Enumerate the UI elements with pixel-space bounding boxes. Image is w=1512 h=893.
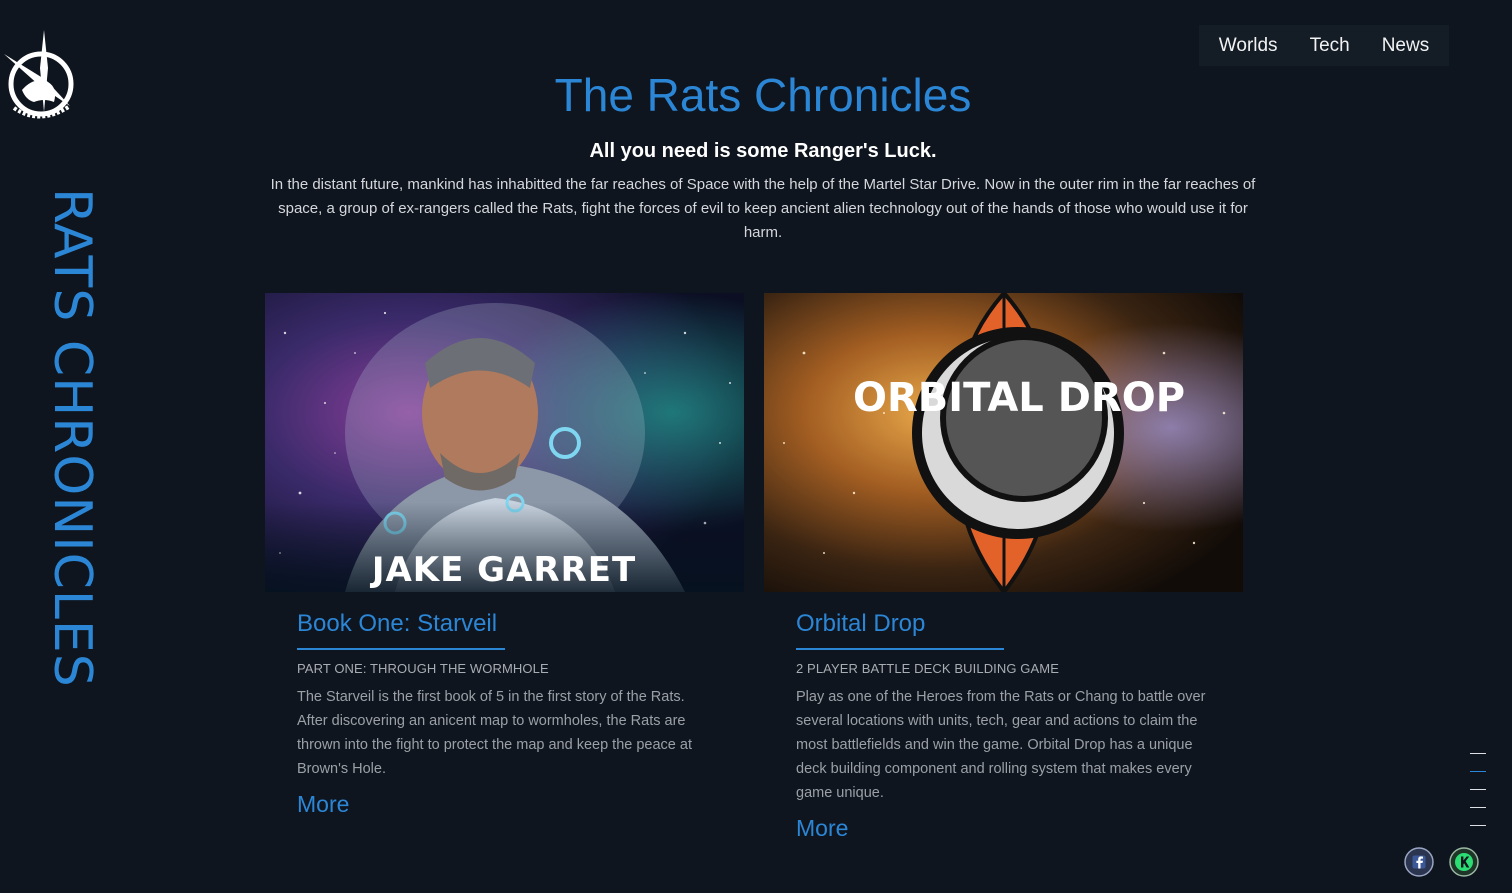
card-title[interactable]: Orbital Drop [796,610,1211,648]
top-navigation: Worlds Tech News [1199,25,1449,66]
tagline: All you need is some Ranger's Luck. [589,140,937,162]
starveil-cover-art: JAKE GARRET [265,293,744,592]
card-description: Play as one of the Heroes from the Rats … [796,689,1206,801]
card-subtitle: 2 PLAYER BATTLE DECK BUILDING GAME [796,661,1059,676]
card-description: The Starveil is the first book of 5 in t… [297,689,692,777]
facebook-icon[interactable] [1404,847,1434,877]
book-card: JAKE GARRET Book One: Starveil PART ONE:… [265,293,744,818]
section-dot-3[interactable] [1470,789,1486,790]
more-link[interactable]: More [297,791,349,818]
more-link[interactable]: More [796,815,848,842]
nav-item-tech[interactable]: Tech [1310,35,1350,57]
section-dot-1[interactable] [1470,753,1486,754]
card-title[interactable]: Book One: Starveil [297,610,712,648]
nav-item-news[interactable]: News [1382,35,1430,57]
book-cover-image[interactable]: JAKE GARRET [265,293,744,592]
section-navigator [1470,753,1486,843]
page-title: The Rats Chronicles [554,69,972,121]
card-subtitle: PART ONE: THROUGH THE WORMHOLE [297,661,549,676]
game-card: ORBITAL DROP Orbital Drop 2 PLAYER BATTL… [764,293,1243,842]
logo-text: ORBITAL DROP [853,375,1185,421]
section-dot-2[interactable] [1470,771,1486,772]
title-underline [796,648,1004,650]
title-underline [297,648,505,650]
vertical-brand-title: RATS CHRONICLES [42,188,102,688]
section-dot-4[interactable] [1470,807,1486,808]
intro-text: In the distant future, mankind has inhab… [270,176,1256,241]
kickstarter-icon[interactable] [1449,847,1479,877]
cover-caption: JAKE GARRET [370,550,636,590]
game-cover-image[interactable]: ORBITAL DROP [764,293,1243,592]
nav-item-worlds[interactable]: Worlds [1219,35,1278,57]
section-dot-5[interactable] [1470,825,1486,826]
orbital-drop-art: ORBITAL DROP [764,293,1243,592]
